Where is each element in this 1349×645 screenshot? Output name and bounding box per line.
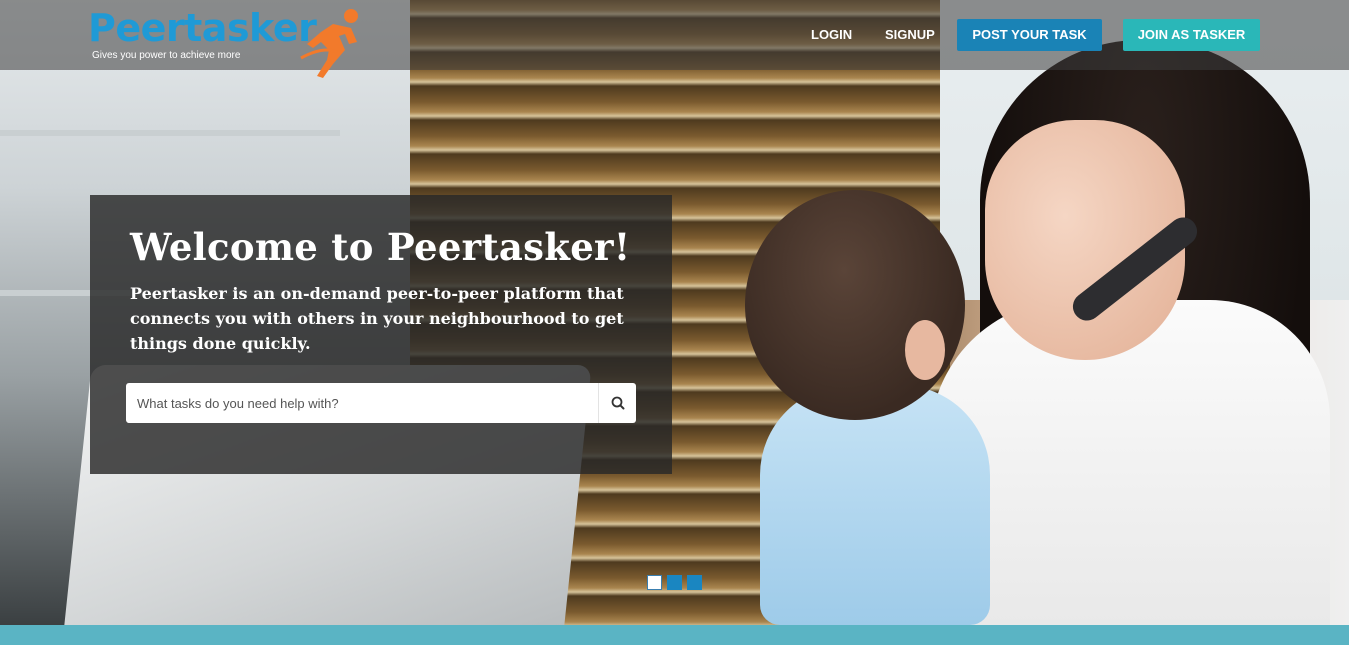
post-your-task-button[interactable]: POST YOUR TASK — [957, 19, 1102, 51]
carousel-dot-2[interactable] — [667, 575, 682, 590]
baby-body — [760, 385, 990, 625]
welcome-panel: Welcome to Peertasker! Peertasker is an … — [90, 195, 672, 474]
search-icon — [611, 396, 625, 410]
baby-head — [745, 190, 965, 420]
main-nav: LOGIN SIGNUP POST YOUR TASK JOIN AS TASK… — [0, 19, 1349, 51]
task-search-input[interactable] — [126, 383, 598, 423]
top-navigation-bar: Peertasker Gives you power to achieve mo… — [0, 0, 1349, 78]
join-as-tasker-button[interactable]: JOIN AS TASKER — [1123, 19, 1260, 51]
baby-ear — [905, 320, 945, 380]
task-search-box — [126, 383, 636, 423]
hero-description: Peertasker is an on-demand peer-to-peer … — [130, 284, 624, 353]
search-button[interactable] — [598, 383, 636, 423]
logo-tagline: Gives you power to achieve more — [92, 50, 241, 61]
carousel-dot-3[interactable] — [687, 575, 702, 590]
background-shelf — [0, 130, 340, 136]
hero-title: Welcome to Peertasker! — [130, 225, 631, 269]
login-link[interactable]: LOGIN — [811, 19, 852, 51]
signup-link[interactable]: SIGNUP — [885, 19, 935, 51]
carousel-dot-1[interactable] — [647, 575, 662, 590]
section-divider-strip — [0, 625, 1349, 645]
